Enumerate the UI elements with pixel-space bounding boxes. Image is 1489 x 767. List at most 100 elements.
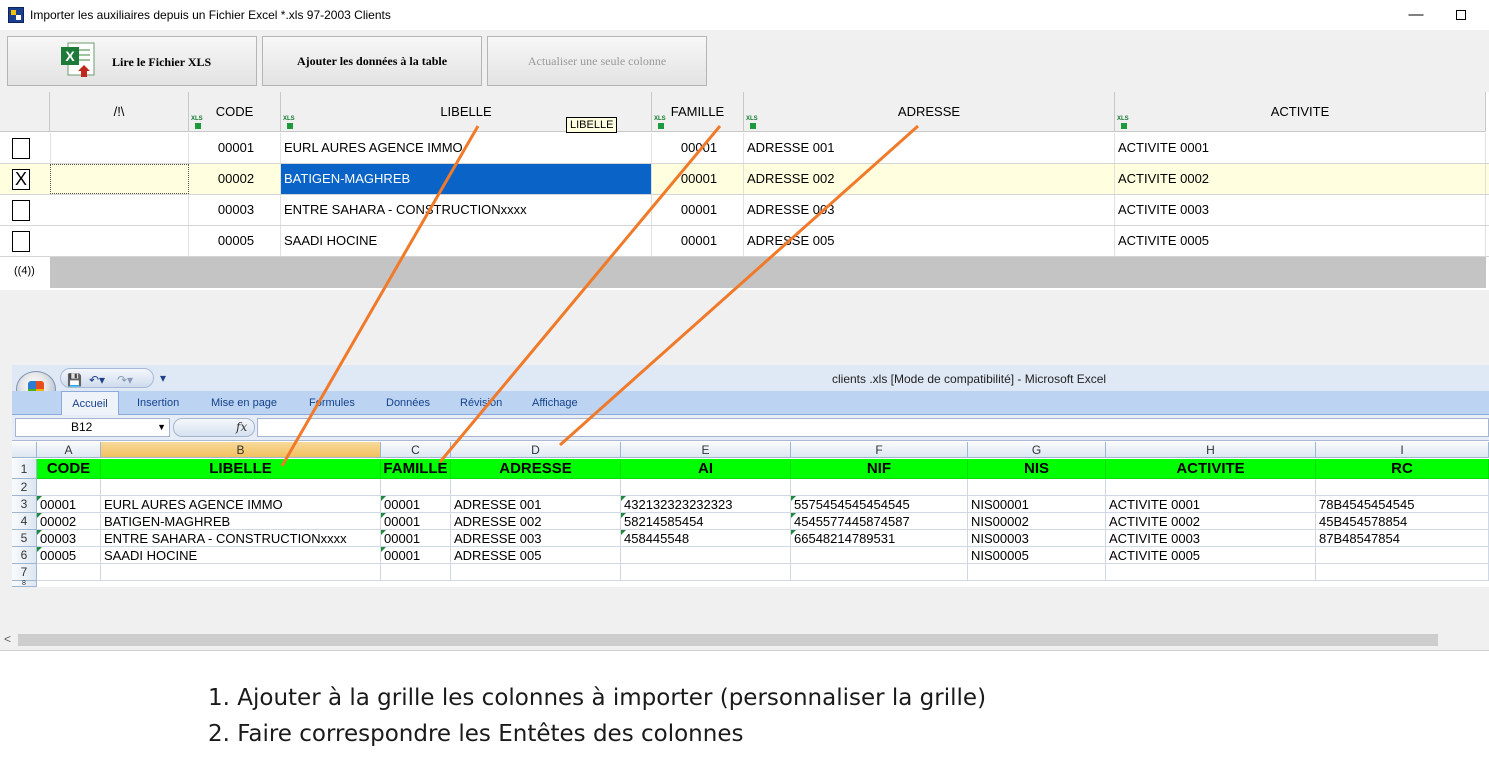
tab-formules[interactable]: Formules (309, 397, 355, 409)
grid-cell-warning[interactable] (50, 164, 189, 194)
excel-cell[interactable] (1316, 564, 1489, 581)
column-header-e[interactable]: E (621, 442, 791, 458)
excel-cell[interactable] (968, 479, 1106, 496)
excel-cell[interactable]: RC (1316, 459, 1489, 479)
excel-cell[interactable]: LIBELLE (101, 459, 381, 479)
select-all-corner[interactable] (12, 442, 37, 458)
excel-cell[interactable]: CODE (37, 459, 101, 479)
row-header[interactable]: 8 (12, 580, 37, 587)
grid-header-warning[interactable]: /!\ (50, 92, 189, 132)
grid-cell-activite[interactable]: ACTIVITE 0005 (1115, 226, 1486, 256)
excel-cell[interactable]: FAMILLE (381, 459, 451, 479)
excel-cell[interactable] (381, 564, 451, 581)
row-checkbox[interactable]: X (12, 169, 30, 190)
excel-cell[interactable]: NIF (791, 459, 968, 479)
save-icon[interactable]: 💾 (67, 373, 82, 387)
grid-cell-adresse[interactable]: ADRESSE 001 (744, 133, 1115, 163)
excel-cell[interactable]: NIS00005 (968, 547, 1106, 564)
excel-cell[interactable]: AI (621, 459, 791, 479)
excel-cell[interactable] (621, 564, 791, 581)
row-checkbox[interactable] (12, 138, 30, 159)
excel-cell[interactable]: ADRESSE 005 (451, 547, 621, 564)
column-header-g[interactable]: G (968, 442, 1106, 458)
grid-row[interactable]: 00003 ENTRE SAHARA - CONSTRUCTIONxxxx 00… (0, 195, 1489, 226)
excel-cell[interactable] (37, 564, 101, 581)
excel-cell[interactable] (101, 479, 381, 496)
excel-cell[interactable]: 58214585454 (621, 513, 791, 530)
row-checkbox[interactable] (12, 200, 30, 221)
column-header-b[interactable]: B (101, 442, 381, 458)
excel-cell[interactable]: 00005 (37, 547, 101, 564)
excel-cell[interactable] (101, 564, 381, 581)
excel-cell[interactable]: 00001 (381, 513, 451, 530)
excel-cell[interactable]: ADRESSE 001 (451, 496, 621, 513)
excel-cell[interactable]: 00003 (37, 530, 101, 547)
excel-cell[interactable]: ACTIVITE 0002 (1106, 513, 1316, 530)
update-column-button[interactable]: Actualiser une seule colonne (487, 36, 707, 86)
excel-cell[interactable] (381, 479, 451, 496)
grid-cell-adresse[interactable]: ADRESSE 005 (744, 226, 1115, 256)
name-box[interactable]: B12 ▼ (15, 418, 170, 437)
grid-row[interactable]: 00005 SAADI HOCINE 00001 ADRESSE 005 ACT… (0, 226, 1489, 257)
grid-cell-adresse[interactable]: ADRESSE 002 (744, 164, 1115, 194)
row-header[interactable]: 7 (12, 564, 37, 581)
column-header-i[interactable]: I (1316, 442, 1489, 458)
grid-cell-code[interactable]: 00003 (189, 195, 281, 225)
grid-cell-famille[interactable]: 00001 (652, 164, 744, 194)
excel-cell[interactable] (968, 564, 1106, 581)
excel-cell[interactable]: 78B4545454545 (1316, 496, 1489, 513)
excel-cell[interactable]: ACTIVITE (1106, 459, 1316, 479)
excel-cell[interactable]: ACTIVITE 0003 (1106, 530, 1316, 547)
excel-cell[interactable]: NIS00002 (968, 513, 1106, 530)
grid-cell-warning[interactable] (50, 133, 189, 163)
excel-cell[interactable] (1106, 479, 1316, 496)
excel-cell[interactable] (451, 479, 621, 496)
excel-cell[interactable] (621, 479, 791, 496)
excel-cell[interactable]: ADRESSE (451, 459, 621, 479)
grid-cell-libelle[interactable]: SAADI HOCINE (281, 226, 652, 256)
tab-revision[interactable]: Révision (460, 397, 502, 409)
column-header-h[interactable]: H (1106, 442, 1316, 458)
customize-toolbar-icon[interactable]: ▾ (160, 371, 166, 385)
row-header[interactable]: 1 (12, 459, 37, 479)
excel-cell[interactable]: 458445548 (621, 530, 791, 547)
formula-input[interactable] (257, 418, 1489, 437)
excel-cell[interactable] (1316, 547, 1489, 564)
chevron-down-icon[interactable]: ▼ (157, 419, 166, 436)
grid-cell-libelle-selected[interactable]: BATIGEN-MAGHREB (281, 164, 652, 194)
grid-cell-code[interactable]: 00002 (189, 164, 281, 194)
excel-cell[interactable]: EURL AURES AGENCE IMMO (101, 496, 381, 513)
grid-row-selected[interactable]: X 00002 BATIGEN-MAGHREB 00001 ADRESSE 00… (0, 164, 1489, 195)
horizontal-scrollbar[interactable]: < (0, 631, 1489, 649)
grid-cell-libelle[interactable]: EURL AURES AGENCE IMMO (281, 133, 652, 163)
excel-cell[interactable]: ENTRE SAHARA - CONSTRUCTIONxxxx (101, 530, 381, 547)
grid-header-selector[interactable] (0, 92, 50, 132)
excel-cell[interactable]: 5575454545454545 (791, 496, 968, 513)
row-header[interactable]: 6 (12, 547, 37, 564)
excel-cell[interactable] (791, 547, 968, 564)
excel-cell[interactable]: 00001 (381, 496, 451, 513)
excel-cell[interactable]: NIS00001 (968, 496, 1106, 513)
excel-cell[interactable] (451, 564, 621, 581)
add-to-table-button[interactable]: Ajouter les données à la table (262, 36, 482, 86)
tab-accueil[interactable]: Accueil (61, 391, 119, 415)
grid-cell-warning[interactable] (50, 195, 189, 225)
maximize-button[interactable] (1446, 4, 1476, 26)
grid-cell-famille[interactable]: 00001 (652, 226, 744, 256)
scroll-left-icon[interactable]: < (4, 632, 11, 646)
grid-header-famille[interactable]: FAMILLE XLS (652, 92, 744, 132)
excel-cell[interactable]: 432132323232323 (621, 496, 791, 513)
grid-cell-famille[interactable]: 00001 (652, 195, 744, 225)
column-header-f[interactable]: F (791, 442, 968, 458)
grid-row[interactable]: 00001 EURL AURES AGENCE IMMO 00001 ADRES… (0, 133, 1489, 164)
excel-cell[interactable]: 45B454578854 (1316, 513, 1489, 530)
excel-cell[interactable] (37, 479, 101, 496)
grid-cell-adresse[interactable]: ADRESSE 003 (744, 195, 1115, 225)
redo-icon[interactable]: ↷▾ (117, 373, 133, 387)
excel-cell[interactable] (1106, 564, 1316, 581)
tab-insertion[interactable]: Insertion (137, 397, 179, 409)
row-checkbox[interactable] (12, 231, 30, 252)
excel-cell[interactable]: 00001 (381, 547, 451, 564)
undo-icon[interactable]: ↶▾ (89, 373, 105, 387)
row-header[interactable]: 4 (12, 513, 37, 530)
